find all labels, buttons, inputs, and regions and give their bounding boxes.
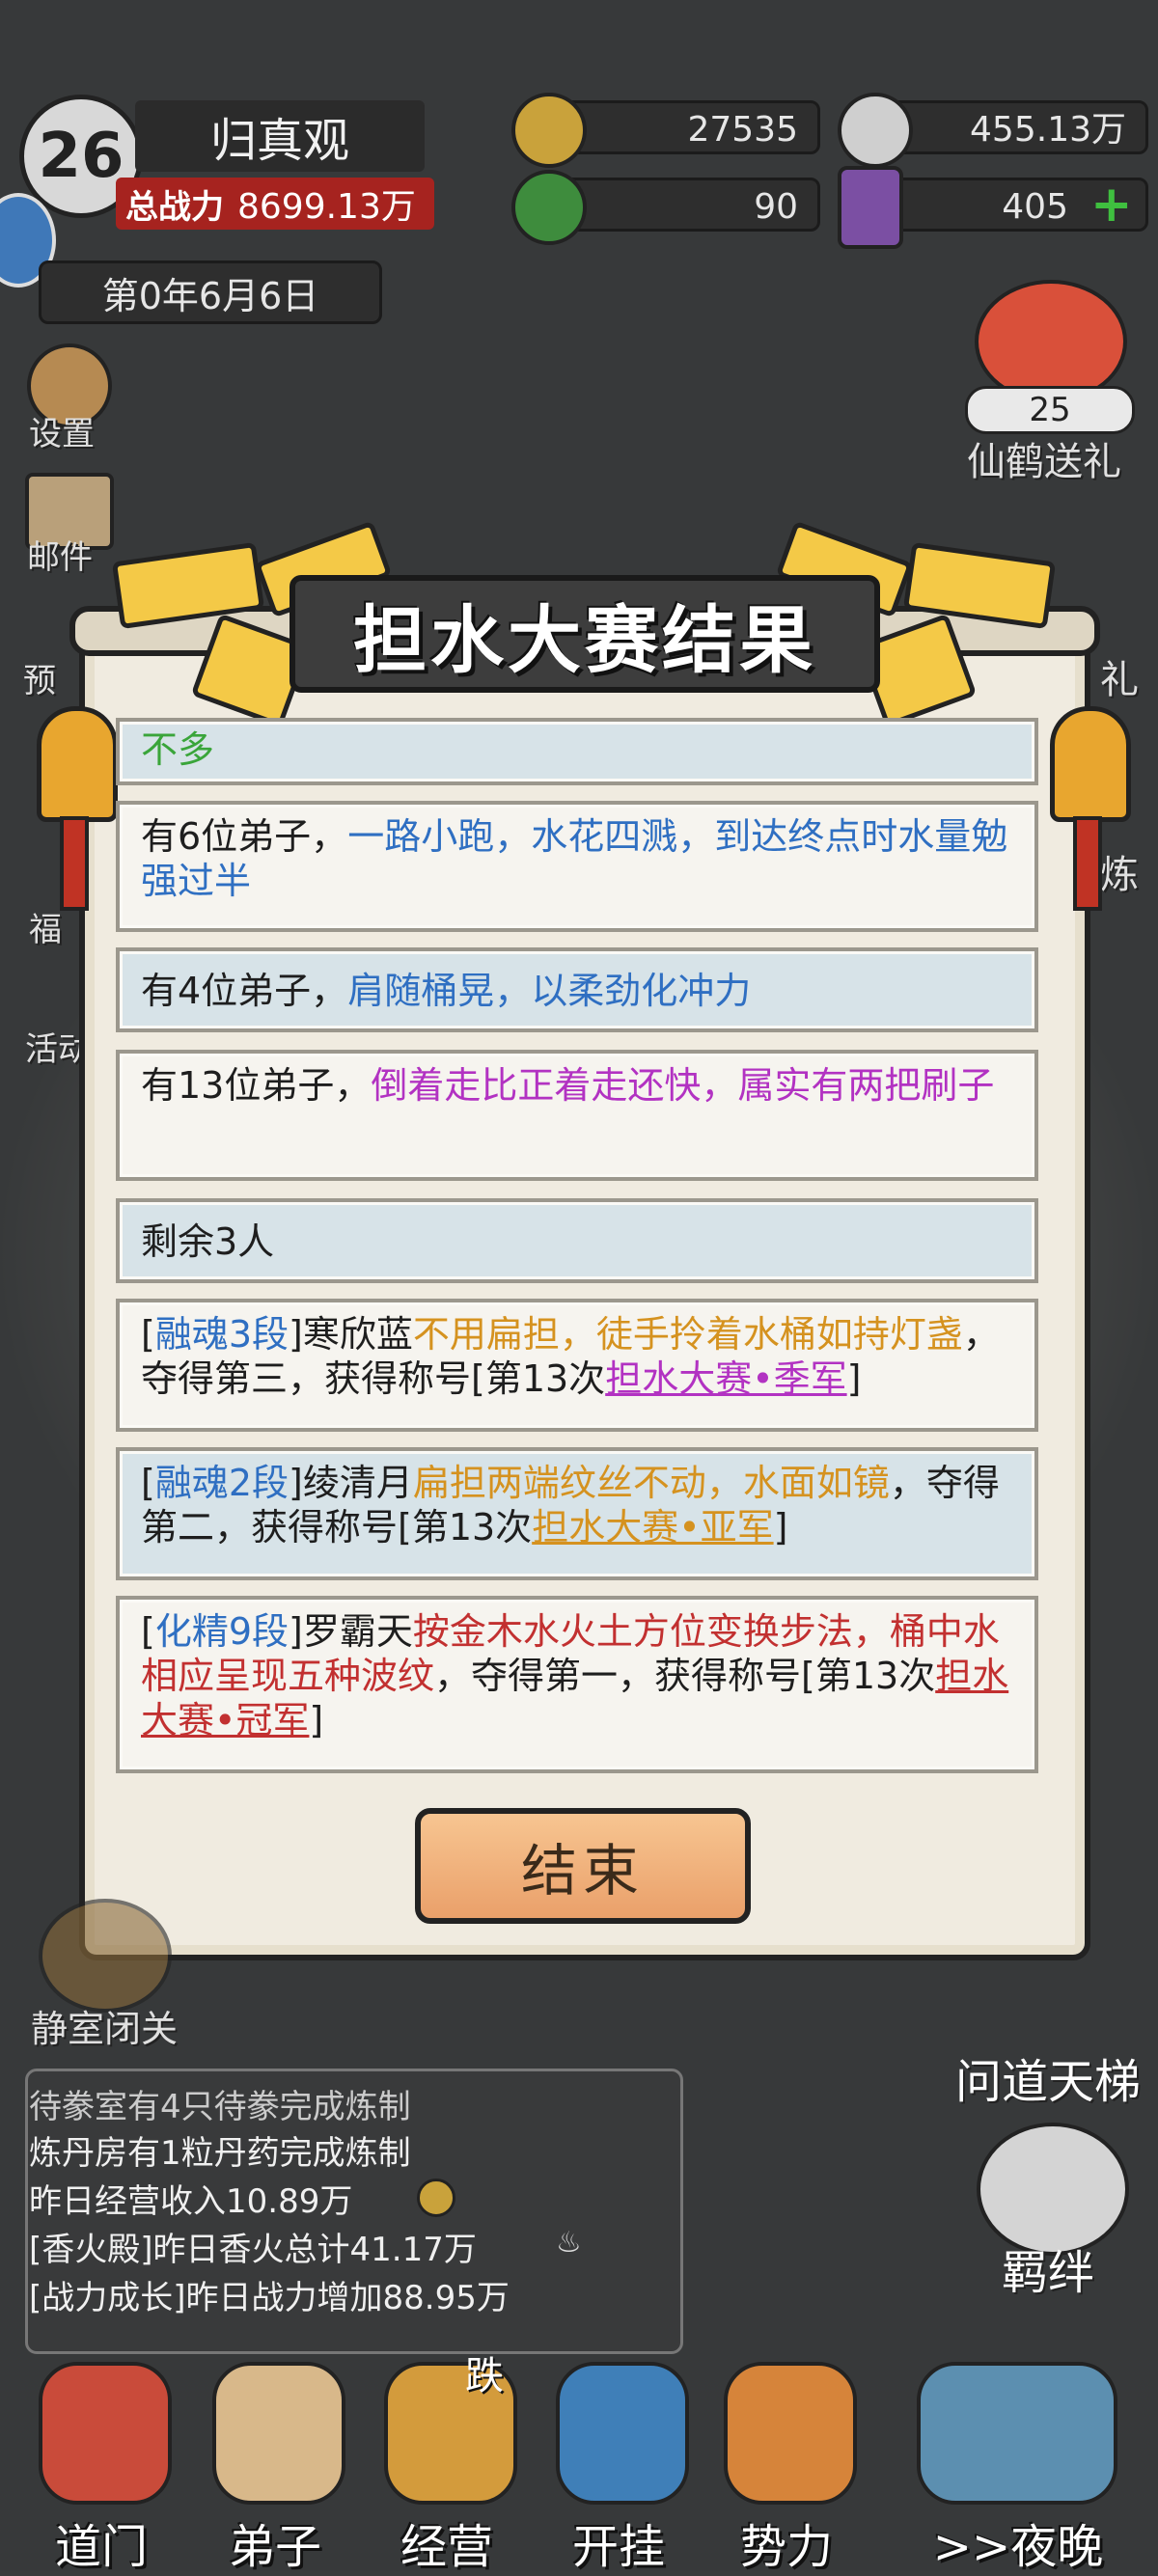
- entry-2-segment-0: 有4位弟子，: [141, 970, 348, 1012]
- dialog-title-banner: 担水大赛结果: [290, 575, 880, 693]
- nav-daomen-label: 道门: [54, 2520, 148, 2574]
- entry-6-segment-6: ]: [773, 1506, 788, 1548]
- right-tassel: [1073, 816, 1102, 911]
- entry-5-segment-5: 担水大赛•季军: [605, 1357, 847, 1400]
- entry-6-segment-0: [: [141, 1462, 155, 1504]
- end-button-label: 结束: [520, 1838, 645, 1904]
- tokens-value: 405: [1002, 187, 1068, 227]
- nav-disciples[interactable]: 弟子: [193, 2344, 357, 2574]
- sect-name: 归真观: [209, 114, 349, 168]
- crane-gift-label[interactable]: 仙鹤送礼: [967, 430, 1121, 486]
- log-line-2: 昨日经营收入10.89万: [29, 2182, 353, 2221]
- log-line-1: 炼丹房有1粒丹药完成炼制: [29, 2134, 411, 2173]
- right-bell-icon: [1050, 706, 1131, 822]
- meditation-room-icon[interactable]: [39, 1899, 172, 2013]
- flame-scroll-icon: [724, 2362, 857, 2505]
- incense-small-icon: ♨: [556, 2226, 582, 2260]
- result-entry-3: 有13位弟子，倒着走比正着走还快，属实有两把刷子: [116, 1050, 1038, 1181]
- entry-7-segment-4: ，夺得第一，获得称号[第13次: [434, 1655, 936, 1697]
- crane-count: 25: [1029, 391, 1071, 429]
- spirit-value: 90: [754, 187, 798, 227]
- entry-3-segment-0: 有13位弟子，: [141, 1064, 372, 1107]
- fortune-label[interactable]: 福: [29, 903, 62, 950]
- settings-label[interactable]: 设置: [29, 407, 95, 454]
- yinyang-gate-icon: [39, 2362, 172, 2505]
- entry-7-segment-2: ]罗霸天: [289, 1610, 413, 1653]
- date-text: 第0年6月6日: [101, 274, 319, 317]
- result-entry-1: 有6位弟子，一路小跑，水花四溅，到达终点时水量勉强过半: [116, 801, 1038, 932]
- left-bell-icon: [37, 706, 118, 822]
- power-label: 总战力: [125, 187, 224, 227]
- entry-6-segment-2: ]绫清月: [289, 1462, 413, 1504]
- entry-5-segment-3: 不用扁担，徒手拎着水桶如持灯盏: [412, 1313, 963, 1356]
- result-entry-5: [融魂3段]寒欣蓝不用扁担，徒手拎着水桶如持灯盏，夺得第三，获得称号[第13次担…: [116, 1299, 1038, 1432]
- entry-5-segment-6: ]: [846, 1357, 862, 1400]
- talisman-icon: [838, 166, 903, 249]
- nav-cheat[interactable]: 开挂: [537, 2344, 701, 2574]
- add-tokens-plus-icon[interactable]: +: [1090, 179, 1137, 230]
- nav-forces-label: 势力: [739, 2520, 833, 2574]
- result-entry-0: 不多: [116, 718, 1038, 785]
- result-entry-2: 有4位弟子，肩随桶晃，以柔劲化冲力: [116, 947, 1038, 1032]
- coins-value: 27535: [687, 110, 798, 150]
- entry-6-segment-1: 融魂2段: [154, 1462, 290, 1504]
- entry-5-segment-1: 融魂3段: [154, 1313, 290, 1356]
- nav-business[interactable]: 跌 经营: [365, 2344, 529, 2574]
- entry-6-segment-3: 扁担两端纹丝不动，水面如镜: [412, 1462, 890, 1504]
- entry-1-segment-0: 有6位弟子，: [141, 815, 348, 858]
- entry-7-segment-6: ]: [309, 1699, 324, 1741]
- result-entry-7: [化精9段]罗霸天按金木水火土方位变换步法，桶中水相应呈现五种波纹，夺得第一，获…: [116, 1596, 1038, 1773]
- coin-small-icon: [417, 2179, 455, 2217]
- spirit-swirl-icon: [511, 170, 587, 245]
- ladder-label[interactable]: 问道天梯: [955, 2043, 1141, 2111]
- result-entry-6: [融魂2段]绫清月扁担两端纹丝不动，水面如镜，夺得第二，获得称号[第13次担水大…: [116, 1447, 1038, 1580]
- nav-forces[interactable]: 势力: [704, 2344, 868, 2574]
- end-button[interactable]: 结束: [415, 1808, 751, 1924]
- mail-label[interactable]: 邮件: [27, 531, 93, 578]
- crane-count-pill: 25: [965, 386, 1135, 434]
- business-badge: 跌: [465, 2354, 504, 2398]
- log-line-4: [战力成长]昨日战力增加88.95万: [29, 2279, 510, 2317]
- incense-smoke-icon: [838, 93, 913, 168]
- preview-label[interactable]: 预: [23, 654, 56, 701]
- result-entry-4: 剩余3人: [116, 1198, 1038, 1283]
- taiji-icon: [556, 2362, 689, 2505]
- entry-4-segment-0: 剩余3人: [141, 1220, 275, 1263]
- entry-5-segment-2: ]寒欣蓝: [289, 1313, 413, 1356]
- sect-name-plate[interactable]: 归真观: [135, 100, 425, 172]
- nav-night-label: >>夜晚: [932, 2520, 1104, 2574]
- incense-value: 455.13万: [970, 110, 1126, 150]
- disciple-face-icon: [212, 2362, 345, 2505]
- level-value: 26: [38, 121, 124, 192]
- nav-cheat-label: 开挂: [571, 2520, 665, 2574]
- entry-2-segment-1: 肩随桶晃，以柔劲化冲力: [347, 970, 752, 1012]
- log-line-3: [香火殿]昨日香火总计41.17万: [29, 2231, 477, 2269]
- nav-daomen[interactable]: 道门: [19, 2344, 183, 2574]
- entry-7-segment-1: 化精9段: [154, 1610, 290, 1653]
- power-value: 8699.13万: [237, 187, 416, 227]
- entry-6-segment-5: 担水大赛•亚军: [532, 1506, 774, 1548]
- log-line-0: 待豢室有4只待豢完成炼制: [29, 2088, 411, 2126]
- copper-coin-icon: [511, 93, 587, 168]
- refine-label-partial[interactable]: 炼: [1100, 843, 1139, 899]
- nav-night[interactable]: >>夜晚: [897, 2344, 1139, 2574]
- entry-7-segment-0: [: [141, 1610, 155, 1653]
- bond-label[interactable]: 羁绊: [1002, 2234, 1094, 2302]
- nav-business-label: 经营: [400, 2520, 493, 2574]
- gift-label-partial[interactable]: 礼: [1100, 648, 1139, 704]
- meditation-room-label[interactable]: 静室闭关: [31, 1999, 178, 2052]
- entry-5-segment-0: [: [141, 1313, 155, 1356]
- crane-icon[interactable]: [975, 280, 1127, 403]
- entry-0-segment-0: 不多: [141, 728, 215, 771]
- night-mountain-icon: [917, 2362, 1117, 2505]
- power-plate: 总战力 8699.13万: [116, 178, 434, 230]
- date-plate: 第0年6月6日: [39, 260, 382, 324]
- dialog-title: 担水大赛结果: [353, 597, 816, 683]
- left-tassel: [60, 816, 89, 911]
- entry-3-segment-1: 倒着走比正着走还快，属实有两把刷子: [371, 1064, 995, 1107]
- nav-disciples-label: 弟子: [228, 2520, 321, 2574]
